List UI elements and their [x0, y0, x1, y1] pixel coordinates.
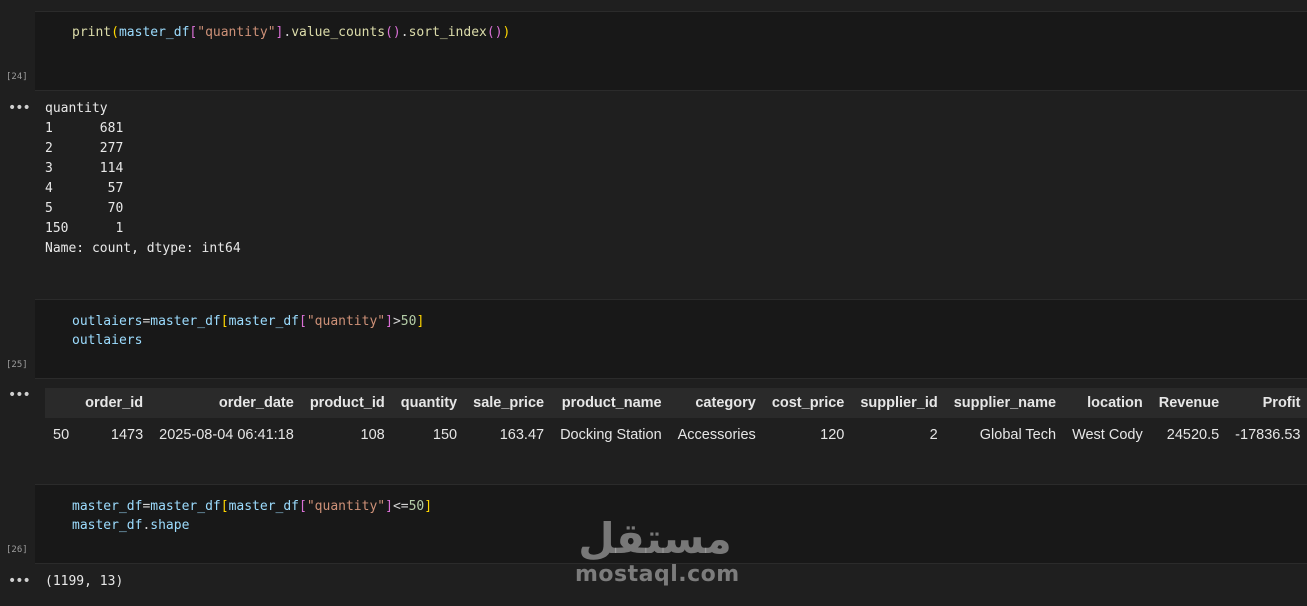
column-header: supplier_name	[953, 395, 1057, 411]
code-token: "quantity"	[197, 25, 276, 40]
column-header: product_name	[561, 395, 662, 411]
column-header: category	[695, 395, 756, 411]
code-token: ()	[486, 25, 503, 40]
column-header	[45, 388, 77, 418]
table-cell: Global Tech	[979, 427, 1057, 443]
mostaql-watermark: مستقل mostaql.com	[575, 514, 740, 587]
table-cell: 1473	[110, 427, 144, 443]
column-header: quantity	[400, 395, 458, 411]
output-line: 4 57	[45, 181, 124, 196]
code-token: [	[220, 499, 229, 514]
code-token: .	[400, 25, 409, 40]
table-cell: 24520.5	[1166, 427, 1220, 443]
code-token: sort_index	[408, 25, 487, 40]
output-menu-icon[interactable]: •••	[8, 101, 31, 115]
output-line: Name: count, dtype: int64	[45, 241, 241, 256]
code-token: 50	[408, 499, 425, 514]
output-line: 150 1	[45, 221, 124, 236]
column-header: order_date	[218, 395, 294, 411]
code-token: >	[392, 314, 401, 329]
code-line[interactable]: outlaiers	[72, 331, 142, 350]
code-token: [	[220, 314, 229, 329]
watermark-latin-text: mostaql.com	[575, 562, 740, 587]
table-cell: -17836.53	[1235, 427, 1301, 443]
column-header: location	[1087, 395, 1143, 411]
row-index: 50	[53, 427, 70, 443]
code-token: master_df	[72, 499, 143, 514]
table-cell: West Cody	[1072, 427, 1143, 443]
code-token: [	[299, 499, 307, 514]
column-header: Revenue	[1158, 395, 1220, 411]
code-token: [	[299, 314, 307, 329]
execution-count: [25]	[6, 360, 28, 370]
code-token: master_df	[118, 25, 190, 40]
code-line[interactable]: master_df=master_df[master_df["quantity"…	[72, 497, 432, 516]
table-row: 50 1473 2025-08-04 06:41:18 108 150 163.…	[45, 418, 1307, 452]
table-cell: 163.47	[499, 427, 545, 443]
code-token: "quantity"	[306, 314, 386, 329]
column-header: cost_price	[771, 395, 845, 411]
output-line: quantity	[45, 101, 108, 116]
output-line: 5 70	[45, 201, 124, 216]
table-header-row: order_id order_date product_id quantity …	[45, 388, 1307, 418]
table-cell: Accessories	[677, 427, 756, 443]
code-token: ]	[385, 314, 393, 329]
code-token: )	[502, 25, 511, 40]
code-token: value_counts	[291, 25, 386, 40]
code-token: master_df	[72, 518, 143, 533]
code-token: master_df	[150, 314, 221, 329]
code-token: outlaiers	[72, 314, 143, 329]
code-cell-25[interactable]	[35, 299, 1307, 379]
column-header: Profit	[1262, 395, 1301, 411]
output-menu-icon[interactable]: •••	[8, 574, 31, 588]
code-token: .	[283, 25, 292, 40]
code-token: (	[111, 25, 119, 40]
code-token: 50	[400, 314, 417, 329]
table-cell: 2025-08-04 06:41:18	[159, 427, 294, 443]
output-line: 1 681	[45, 121, 124, 136]
column-header: product_id	[309, 395, 385, 411]
column-header: sale_price	[473, 395, 545, 411]
code-token: ]	[416, 314, 425, 329]
column-header: supplier_id	[860, 395, 938, 411]
code-token: ()	[385, 25, 401, 40]
code-token: shape	[150, 518, 190, 533]
code-token: ]	[424, 499, 433, 514]
code-token: master_df	[150, 499, 221, 514]
table-cell: 108	[360, 427, 385, 443]
execution-count: [24]	[6, 72, 28, 82]
table-cell: Docking Station	[560, 427, 662, 443]
output-line: (1199, 13)	[45, 574, 124, 589]
table-cell: 150	[432, 427, 458, 443]
code-token: <=	[392, 499, 409, 514]
dataframe-table: order_id order_date product_id quantity …	[45, 388, 1307, 452]
output-line: 2 277	[45, 141, 124, 156]
execution-count: [26]	[6, 545, 28, 555]
code-line[interactable]: outlaiers=master_df[master_df["quantity"…	[72, 312, 424, 331]
watermark-arabic-text: مستقل	[578, 514, 732, 563]
code-token: "quantity"	[306, 499, 386, 514]
output-line: 3 114	[45, 161, 124, 176]
code-line[interactable]: print(master_df["quantity"].value_counts…	[72, 23, 510, 42]
column-header: order_id	[85, 395, 144, 411]
code-token: master_df	[228, 499, 300, 514]
table-cell: 120	[820, 427, 845, 443]
code-token: print	[72, 25, 112, 40]
output-menu-icon[interactable]: •••	[8, 388, 31, 402]
code-token: ]	[385, 499, 393, 514]
code-line[interactable]: master_df.shape	[72, 516, 189, 535]
code-token: master_df	[228, 314, 300, 329]
table-cell: 2	[929, 427, 938, 443]
